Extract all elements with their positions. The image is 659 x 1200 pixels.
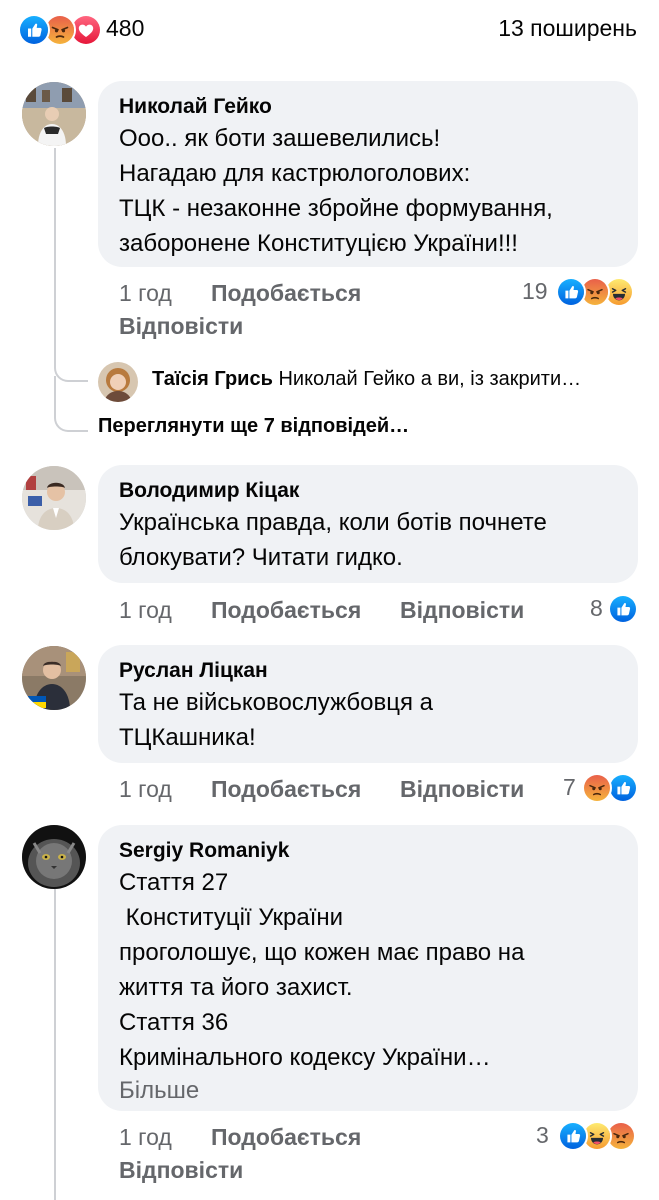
comment-reaction-count: 7 [563, 774, 576, 800]
comment-reactions[interactable]: 7 [563, 773, 643, 805]
comment-text: Стаття 27 Конституції України проголошує… [119, 869, 525, 1071]
comment-bubble: Володимир Кіцак Українська правда, коли … [98, 465, 638, 583]
reaction-count[interactable]: 480 [106, 15, 144, 42]
reply-author[interactable]: Таїсія Грись [152, 368, 273, 390]
thread-connector [54, 376, 88, 432]
comment-reaction-count: 8 [590, 595, 603, 621]
comment-text: Українська правда, коли ботів почнете бл… [119, 509, 547, 571]
comment-bubble: Sergiy Romaniyk Стаття 27 Конституції Ук… [98, 825, 638, 1111]
avatar[interactable] [22, 466, 86, 530]
thread-line [54, 148, 56, 366]
reply-button[interactable]: Відповісти [400, 773, 524, 805]
comment-bubble: Николай Гейко Ооо.. як боти зашевелились… [98, 81, 638, 267]
like-icon [556, 277, 586, 307]
comment-actions: 1 год Подобається Відповісти [119, 594, 559, 626]
avatar[interactable] [22, 646, 86, 710]
comment-author[interactable]: Sergiy Romaniyk [119, 837, 618, 865]
comment-text: Та не військовослужбовця а ТЦКашника! [119, 689, 434, 751]
avatar[interactable] [22, 825, 86, 889]
comment-time[interactable]: 1 год [119, 773, 172, 805]
comment-reactions[interactable]: 8 [590, 594, 642, 626]
post-summary-bar: 480 13 поширень [0, 0, 659, 60]
like-button[interactable]: Подобається [211, 277, 361, 309]
avatar[interactable] [22, 82, 86, 146]
comment-reactions[interactable]: 3 [536, 1121, 642, 1153]
like-button[interactable]: Подобається [211, 594, 361, 626]
like-button[interactable]: Подобається [211, 773, 361, 805]
comment-reaction-count: 19 [522, 278, 548, 304]
reply-button[interactable]: Відповісти [119, 310, 243, 342]
comment-time[interactable]: 1 год [119, 594, 172, 626]
comment-time[interactable]: 1 год [119, 1121, 172, 1153]
reply-button[interactable]: Відповісти [119, 1154, 243, 1186]
comment-author[interactable]: Володимир Кіцак [119, 477, 618, 505]
like-button[interactable]: Подобається [211, 1121, 361, 1153]
reply-snippet: Николай Гейко а ви, із закрити… [278, 368, 582, 390]
reply-preview[interactable]: Таїсія Грись Николай Гейко а ви, із закр… [98, 360, 638, 404]
comment-reactions[interactable]: 19 [522, 277, 642, 309]
comment-author[interactable]: Николай Гейко [119, 93, 618, 121]
comment-text: Ооо.. як боти зашевелились! Нагадаю для … [119, 125, 553, 257]
comment-reaction-count: 3 [536, 1122, 549, 1148]
avatar[interactable] [98, 362, 138, 402]
like-icon [608, 773, 638, 803]
reply-button[interactable]: Відповісти [400, 594, 524, 626]
angry-icon [582, 773, 612, 803]
like-icon [18, 14, 50, 46]
comment-author[interactable]: Руслан Ліцкан [119, 657, 618, 685]
shares-count[interactable]: 13 поширень [498, 15, 637, 42]
comment-time[interactable]: 1 год [119, 277, 172, 309]
like-icon [558, 1121, 588, 1151]
comment-actions: 1 год Подобається Відповісти [119, 773, 559, 805]
view-more-replies-link[interactable]: Переглянути ще 7 відповідей… [98, 415, 409, 438]
comment-bubble: Руслан Ліцкан Та не військовослужбовця а… [98, 645, 638, 763]
thread-line [54, 880, 56, 1200]
see-more-link[interactable]: Більше [119, 1075, 618, 1107]
like-icon [608, 594, 638, 624]
